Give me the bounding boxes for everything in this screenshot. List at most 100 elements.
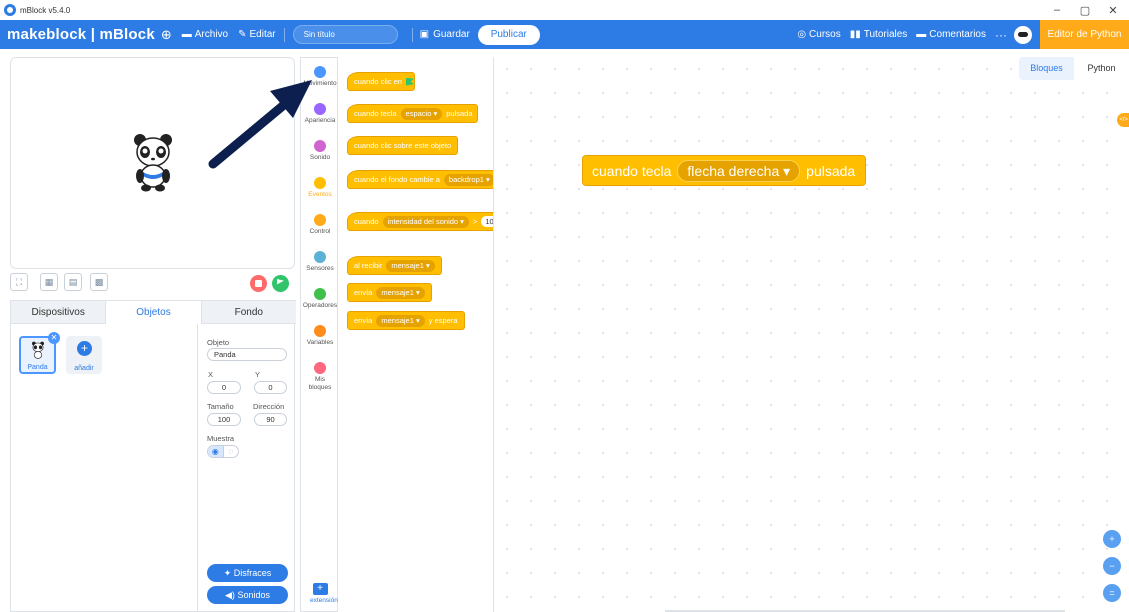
backdrop-dropdown[interactable]: backdrop1 ▾ bbox=[443, 173, 493, 186]
block-text: envía bbox=[354, 316, 373, 325]
close-button[interactable]: ✕ bbox=[1099, 0, 1127, 20]
sounds-button[interactable]: ◀) Sonidos bbox=[207, 586, 288, 604]
sensor-dropdown[interactable]: intensidad del sonido ▾ bbox=[382, 215, 469, 228]
block-text: al recibir bbox=[354, 261, 383, 270]
python-editor-button[interactable]: Editor de Python bbox=[1040, 20, 1129, 49]
sprite-thumbnail-panda[interactable]: Panda ✕ bbox=[19, 332, 60, 374]
category-label: Variables bbox=[306, 339, 334, 346]
zoom-reset-icon[interactable]: = bbox=[1103, 584, 1121, 602]
tutorials-link[interactable]: ▮▮ Tutoriales bbox=[850, 29, 908, 40]
size-field[interactable]: 100 bbox=[207, 413, 241, 426]
small-stage-icon[interactable]: ▦ bbox=[40, 273, 58, 291]
category-events[interactable]: Eventos bbox=[301, 174, 339, 212]
block-text: y espera bbox=[428, 316, 458, 325]
edit-menu[interactable]: ✎ Editar bbox=[238, 29, 276, 40]
minimize-button[interactable]: – bbox=[1043, 0, 1071, 20]
block-text: pulsada bbox=[806, 162, 856, 179]
save-label: Guardar bbox=[433, 29, 470, 40]
code-workspace[interactable]: Bloques Python </> cuando tecla flecha d… bbox=[495, 57, 1129, 612]
eye-open-icon[interactable]: ◉ bbox=[208, 446, 223, 457]
maximize-button[interactable]: ▢ bbox=[1071, 0, 1099, 20]
control-dot-icon bbox=[314, 214, 326, 226]
x-field[interactable]: 0 bbox=[207, 381, 241, 394]
save-button[interactable]: ▣ Guardar bbox=[420, 29, 470, 40]
script-when-key-pressed[interactable]: cuando tecla flecha derecha ▾ pulsada bbox=[582, 142, 867, 186]
tab-backdrop[interactable]: Fondo bbox=[201, 301, 296, 324]
block-text: cuando tecla bbox=[354, 109, 397, 118]
delete-sprite-icon[interactable]: ✕ bbox=[48, 332, 60, 344]
comments-link[interactable]: ▬ Comentarios bbox=[916, 29, 986, 40]
tab-python[interactable]: Python bbox=[1074, 57, 1129, 80]
comment-icon: ▬ bbox=[916, 29, 927, 40]
category-sound[interactable]: Sonido bbox=[301, 137, 339, 175]
code-toggle-icon[interactable]: </> bbox=[1117, 113, 1129, 127]
sprite-list: Panda ✕ + añadir bbox=[11, 324, 198, 612]
sound-dot-icon bbox=[314, 140, 326, 152]
block-when-receive[interactable]: al recibir mensaje1 ▾ bbox=[347, 251, 442, 275]
category-looks[interactable]: Apariencia bbox=[301, 100, 339, 138]
more-menu-icon[interactable]: ··· bbox=[995, 28, 1007, 42]
motion-dot-icon bbox=[314, 66, 326, 78]
visibility-toggle[interactable]: ◉ ◌ bbox=[207, 445, 239, 458]
key-dropdown[interactable]: espacio ▾ bbox=[400, 107, 443, 120]
block-when-flag-clicked[interactable]: cuando clic en bbox=[347, 67, 415, 91]
direction-label: Dirección bbox=[253, 402, 285, 411]
file-menu[interactable]: ▬ Archivo bbox=[182, 29, 228, 40]
my-blocks-dot-icon bbox=[314, 362, 326, 374]
zoom-out-icon[interactable]: − bbox=[1103, 557, 1121, 575]
zoom-in-icon[interactable]: + bbox=[1103, 530, 1121, 548]
message-dropdown[interactable]: mensaje1 ▾ bbox=[376, 286, 425, 299]
y-field[interactable]: 0 bbox=[254, 381, 287, 394]
block-broadcast-and-wait[interactable]: envía mensaje1 ▾ y espera bbox=[347, 311, 465, 330]
sprite-tabs: Dispositivos Objetos Fondo bbox=[11, 300, 296, 324]
mblock-logo-icon bbox=[4, 4, 16, 16]
user-avatar[interactable] bbox=[1014, 25, 1032, 44]
block-when-loudness-greater[interactable]: cuando intensidad del sonido ▾ > 10 bbox=[347, 207, 493, 231]
green-flag-button[interactable] bbox=[272, 275, 289, 292]
project-title-input[interactable]: Sin título bbox=[292, 25, 398, 44]
message-dropdown[interactable]: mensaje1 ▾ bbox=[376, 314, 425, 327]
block-when-key-pressed[interactable]: cuando tecla espacio ▾ pulsada bbox=[347, 99, 478, 123]
operators-dot-icon bbox=[314, 288, 326, 300]
category-label: Apariencia bbox=[304, 117, 336, 124]
grid-icon[interactable]: ▩ bbox=[90, 273, 108, 291]
add-sprite-button[interactable]: + añadir bbox=[66, 336, 102, 374]
wrench-icon: ✎ bbox=[238, 29, 247, 40]
category-label: Sonido bbox=[309, 154, 331, 161]
category-motion[interactable]: Movimiento bbox=[301, 63, 339, 101]
stop-button[interactable] bbox=[250, 275, 267, 292]
category-my-blocks[interactable]: Mis bloques bbox=[301, 359, 339, 404]
fullscreen-icon[interactable]: ⛶ bbox=[10, 273, 28, 291]
costumes-button[interactable]: ✦ Disfraces bbox=[207, 564, 288, 582]
looks-dot-icon bbox=[314, 103, 326, 115]
category-label: Mis bloques bbox=[308, 376, 332, 391]
size-label: Tamaño bbox=[207, 402, 234, 411]
message-dropdown[interactable]: mensaje1 ▾ bbox=[386, 259, 435, 272]
sounds-label: Sonidos bbox=[237, 590, 270, 600]
courses-link[interactable]: ◎ Cursos bbox=[797, 29, 840, 40]
block-when-sprite-clicked[interactable]: cuando clic sobre este objeto bbox=[347, 131, 459, 155]
stage-controls: ⛶ ▦ ▤ ▩ bbox=[10, 273, 295, 297]
stage-canvas[interactable] bbox=[10, 57, 295, 269]
sensing-dot-icon bbox=[314, 251, 326, 263]
extension-button[interactable]: + extensión bbox=[310, 583, 338, 604]
panda-sprite[interactable] bbox=[131, 132, 175, 192]
tab-blocks[interactable]: Bloques bbox=[1019, 57, 1074, 80]
block-text: envía bbox=[354, 288, 373, 297]
publish-button[interactable]: Publicar bbox=[477, 24, 540, 45]
tab-sprites[interactable]: Objetos bbox=[105, 301, 202, 324]
category-control[interactable]: Control bbox=[301, 211, 339, 249]
large-stage-icon[interactable]: ▤ bbox=[64, 273, 82, 291]
category-operators[interactable]: Operadores bbox=[301, 285, 339, 323]
category-variables[interactable]: Variables bbox=[301, 322, 339, 360]
threshold-input[interactable]: 10 bbox=[481, 216, 493, 227]
direction-field[interactable]: 90 bbox=[254, 413, 287, 426]
key-dropdown[interactable]: flecha derecha ▾ bbox=[677, 159, 801, 182]
tab-devices[interactable]: Dispositivos bbox=[11, 301, 106, 324]
eye-closed-icon[interactable]: ◌ bbox=[222, 446, 239, 457]
language-globe-icon[interactable]: ⊕ bbox=[161, 27, 172, 43]
block-broadcast[interactable]: envía mensaje1 ▾ bbox=[347, 283, 432, 302]
category-sensing[interactable]: Sensores bbox=[301, 248, 339, 286]
object-name-field[interactable]: Panda bbox=[207, 348, 287, 361]
block-when-backdrop-switches[interactable]: cuando el fondo cambie a backdrop1 ▾ bbox=[347, 165, 493, 189]
